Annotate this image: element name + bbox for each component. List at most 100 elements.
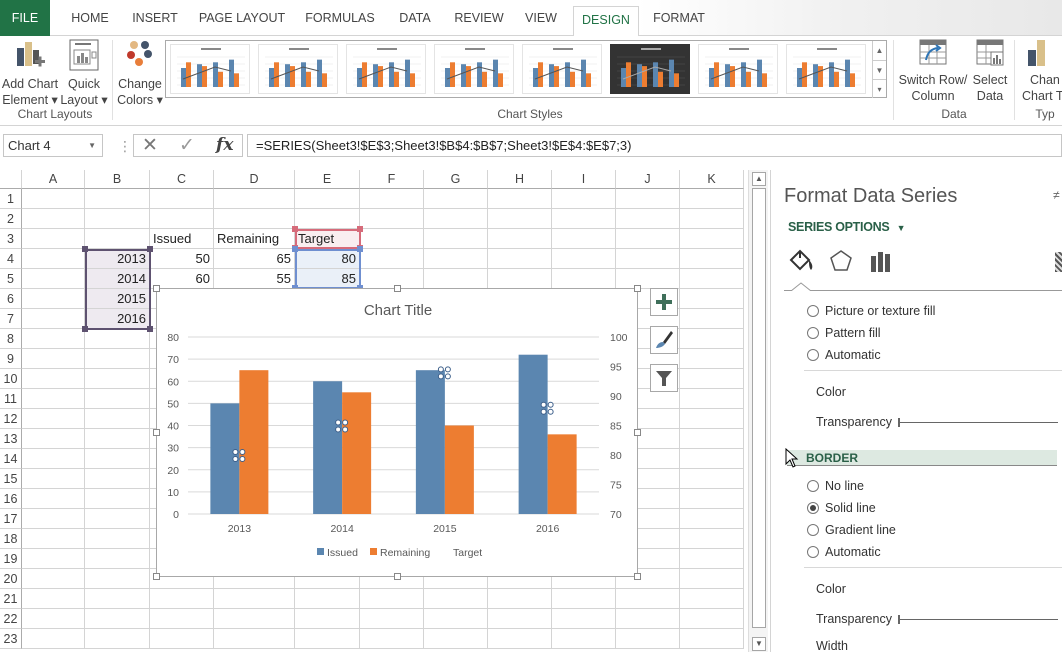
formula-input[interactable]: =SERIES(Sheet3!$E$3;Sheet3!$B$4:$B$7;She… (247, 134, 1062, 157)
range-handle[interactable] (147, 246, 153, 252)
border-section-header[interactable]: BORDER (787, 450, 1057, 466)
cell-i21[interactable] (552, 589, 616, 609)
cell-h1[interactable] (488, 189, 552, 209)
radio-fill-automatic[interactable]: Automatic (807, 348, 881, 362)
series-options-dropdown[interactable]: SERIES OPTIONS ▼ (788, 220, 905, 234)
tab-page-layout[interactable]: PAGE LAYOUT (194, 0, 290, 36)
cell-h4[interactable] (488, 249, 552, 269)
cell-a18[interactable] (22, 529, 85, 549)
cell-a20[interactable] (22, 569, 85, 589)
resize-handle[interactable] (394, 285, 401, 292)
cell-k2[interactable] (680, 209, 744, 229)
cell-e4[interactable]: 80 (295, 249, 360, 269)
cell-j1[interactable] (616, 189, 680, 209)
cell-a7[interactable] (22, 309, 85, 329)
cell-b23[interactable] (85, 629, 150, 649)
cell-h21[interactable] (488, 589, 552, 609)
cell-a8[interactable] (22, 329, 85, 349)
cell-a5[interactable] (22, 269, 85, 289)
select-data-button[interactable]: Select Data (970, 38, 1010, 104)
tab-design[interactable]: DESIGN (573, 6, 639, 37)
radio-pattern-fill[interactable]: Pattern fill (807, 326, 881, 340)
cell-j4[interactable] (616, 249, 680, 269)
row-header-2[interactable]: 2 (0, 209, 22, 229)
cell-a2[interactable] (22, 209, 85, 229)
cell-k14[interactable] (680, 449, 744, 469)
cell-f23[interactable] (360, 629, 424, 649)
cell-e2[interactable] (295, 209, 360, 229)
cell-d2[interactable] (214, 209, 295, 229)
cell-b3[interactable] (85, 229, 150, 249)
scroll-down-arrow-icon[interactable]: ▼ (752, 637, 766, 651)
column-header-h[interactable]: H (488, 170, 552, 189)
radio-button[interactable] (807, 524, 819, 536)
name-box[interactable]: Chart 4 ▼ (3, 134, 103, 157)
tab-data[interactable]: DATA (390, 0, 440, 36)
cell-c22[interactable] (150, 609, 214, 629)
cell-a19[interactable] (22, 549, 85, 569)
radio-gradient-line[interactable]: Gradient line (807, 523, 896, 537)
radio-picture-fill[interactable]: Picture or texture fill (807, 304, 935, 318)
tab-review[interactable]: REVIEW (450, 0, 508, 36)
row-header-22[interactable]: 22 (0, 609, 22, 629)
cell-e23[interactable] (295, 629, 360, 649)
cell-k13[interactable] (680, 429, 744, 449)
radio-button[interactable] (807, 546, 819, 558)
scroll-up-arrow-icon[interactable]: ▲ (752, 172, 766, 186)
cell-j5[interactable] (616, 269, 680, 289)
cell-a9[interactable] (22, 349, 85, 369)
cell-a10[interactable] (22, 369, 85, 389)
cell-e5[interactable]: 85 (295, 269, 360, 289)
cell-b18[interactable] (85, 529, 150, 549)
row-header-10[interactable]: 10 (0, 369, 22, 389)
row-header-20[interactable]: 20 (0, 569, 22, 589)
formula-bar-grip-icon[interactable]: ⋮ (118, 138, 132, 155)
cell-d22[interactable] (214, 609, 295, 629)
chart-style-thumbnail[interactable] (698, 44, 778, 94)
range-handle[interactable] (357, 246, 363, 252)
cell-i1[interactable] (552, 189, 616, 209)
cell-a21[interactable] (22, 589, 85, 609)
cell-b11[interactable] (85, 389, 150, 409)
cell-a6[interactable] (22, 289, 85, 309)
cell-j3[interactable] (616, 229, 680, 249)
resize-handle[interactable] (634, 573, 641, 580)
gallery-more-icon[interactable]: ▾ (872, 79, 886, 98)
pane-close-icon[interactable]: ≠ (1053, 188, 1060, 202)
switch-row-column-button[interactable]: Switch Row/ Column (896, 38, 970, 104)
cell-a22[interactable] (22, 609, 85, 629)
radio-button[interactable] (807, 480, 819, 492)
radio-solid-line[interactable]: Solid line (807, 501, 876, 515)
cell-a12[interactable] (22, 409, 85, 429)
cell-b16[interactable] (85, 489, 150, 509)
enter-icon[interactable]: ✓ (179, 135, 195, 156)
border-transparency-slider[interactable] (898, 615, 1058, 624)
cell-i3[interactable] (552, 229, 616, 249)
cell-i4[interactable] (552, 249, 616, 269)
cell-k12[interactable] (680, 409, 744, 429)
column-header-i[interactable]: I (552, 170, 616, 189)
series-options-tab[interactable] (869, 248, 893, 279)
cell-c23[interactable] (150, 629, 214, 649)
quick-layout-button[interactable]: Quick Layout ▾ (60, 38, 108, 108)
add-chart-element-button[interactable]: Add Chart Element ▾ (0, 38, 60, 108)
cell-a13[interactable] (22, 429, 85, 449)
gallery-scroll-up-icon[interactable]: ▲ (872, 41, 886, 60)
vertical-scrollbar[interactable]: ▲ ▼ (748, 170, 768, 652)
cell-j23[interactable] (616, 629, 680, 649)
change-chart-type-button[interactable]: Chan Chart T (1020, 38, 1062, 104)
resize-handle[interactable] (634, 429, 641, 436)
cell-b4[interactable]: 2013 (85, 249, 150, 269)
row-header-13[interactable]: 13 (0, 429, 22, 449)
cell-k19[interactable] (680, 549, 744, 569)
cell-e1[interactable] (295, 189, 360, 209)
row-header-14[interactable]: 14 (0, 449, 22, 469)
fill-line-tab[interactable] (787, 248, 815, 279)
cell-b19[interactable] (85, 549, 150, 569)
cell-j22[interactable] (616, 609, 680, 629)
radio-border-automatic[interactable]: Automatic (807, 545, 881, 559)
cell-g1[interactable] (424, 189, 488, 209)
row-header-4[interactable]: 4 (0, 249, 22, 269)
cell-a16[interactable] (22, 489, 85, 509)
cell-g4[interactable] (424, 249, 488, 269)
